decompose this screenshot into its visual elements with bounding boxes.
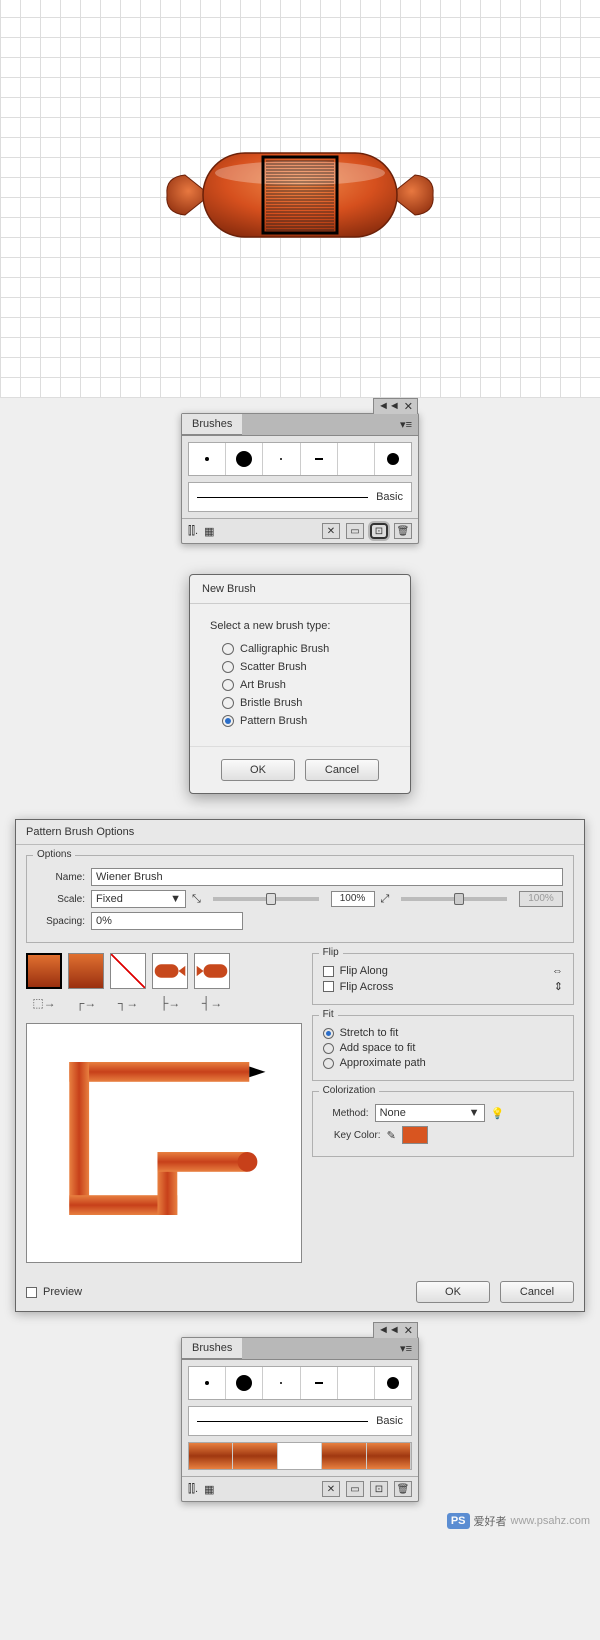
brushes-tab[interactable]: Brushes bbox=[182, 414, 242, 435]
scale-min-icon: ⤡ bbox=[192, 893, 201, 906]
scale-label: Scale: bbox=[37, 894, 85, 905]
name-label: Name: bbox=[37, 872, 85, 883]
brush-presets-row-2[interactable] bbox=[188, 1366, 412, 1400]
brushes-panel: ◄◄✕ Brushes ▾≡ Basic ⫿⫿. ▦ ✕ ▭ ⊡ 🗑 bbox=[181, 413, 419, 544]
flip-across-check[interactable]: Flip Across⇕ bbox=[323, 980, 563, 993]
start-tile[interactable] bbox=[152, 953, 188, 989]
panel-controls[interactable]: ◄◄✕ bbox=[373, 398, 418, 414]
radio-pattern[interactable]: Pattern Brush bbox=[222, 712, 390, 730]
tile-arrow-5[interactable]: ┤→ bbox=[194, 993, 230, 1013]
panel-controls-2[interactable]: ◄◄✕ bbox=[373, 1322, 418, 1338]
libraries-icon[interactable]: ⫿⫿. bbox=[188, 525, 198, 538]
basic-brush-row[interactable]: Basic bbox=[188, 482, 412, 512]
side-tile[interactable] bbox=[26, 953, 62, 989]
cancel-button[interactable]: Cancel bbox=[305, 759, 379, 781]
flip-across-icon: ⇕ bbox=[554, 980, 563, 993]
tile-selector-row bbox=[26, 953, 302, 989]
watermark: PS 爱好者 www.psahz.com bbox=[447, 1513, 590, 1529]
inner-corner-tile[interactable] bbox=[110, 953, 146, 989]
pbo-ok-button[interactable]: OK bbox=[416, 1281, 490, 1303]
pbo-cancel-button[interactable]: Cancel bbox=[500, 1281, 574, 1303]
tile-arrow-3[interactable]: ┐→ bbox=[110, 993, 146, 1013]
preview-check[interactable]: Preview bbox=[26, 1286, 82, 1298]
brush-presets-row[interactable] bbox=[188, 442, 412, 476]
pattern-brush-options-dialog: Pattern Brush Options Options Name: Scal… bbox=[15, 819, 585, 1312]
eyedropper-icon[interactable]: ✎ bbox=[387, 1129, 396, 1142]
flip-along-check[interactable]: Flip Along⇔ bbox=[323, 965, 563, 977]
spacing-input[interactable] bbox=[91, 912, 243, 930]
delete-brush-icon-2[interactable]: 🗑 bbox=[394, 1481, 412, 1497]
options-icon-2[interactable]: ▭ bbox=[346, 1481, 364, 1497]
tips-icon[interactable]: 💡 bbox=[491, 1107, 505, 1120]
library-menu-icon-2[interactable]: ▦ bbox=[204, 1483, 214, 1496]
key-color-label: Key Color: bbox=[323, 1130, 381, 1141]
new-brush-dialog: New Brush Select a new brush type: Calli… bbox=[189, 574, 411, 794]
remove-brush-icon-2[interactable]: ✕ bbox=[322, 1481, 340, 1497]
scale-select[interactable]: Fixed▼ bbox=[91, 890, 186, 908]
pbo-title: Pattern Brush Options bbox=[16, 820, 584, 845]
sausage-illustration bbox=[155, 135, 445, 255]
dialog-prompt: Select a new brush type: bbox=[210, 620, 390, 632]
key-color-swatch[interactable] bbox=[402, 1126, 428, 1144]
artboard-canvas[interactable] bbox=[0, 0, 600, 398]
colorization-fieldset: Colorization Method: None▼ 💡 Key Color: … bbox=[312, 1091, 574, 1157]
method-select[interactable]: None▼ bbox=[375, 1104, 485, 1122]
library-menu-icon[interactable]: ▦ bbox=[204, 525, 214, 538]
scale-slider-2 bbox=[401, 897, 507, 901]
scale-slider[interactable] bbox=[213, 897, 319, 901]
remove-brush-icon[interactable]: ✕ bbox=[322, 523, 340, 539]
outer-corner-tile[interactable] bbox=[68, 953, 104, 989]
spacing-label: Spacing: bbox=[37, 916, 85, 927]
ok-button[interactable]: OK bbox=[221, 759, 295, 781]
radio-scatter[interactable]: Scatter Brush bbox=[222, 658, 390, 676]
name-input[interactable] bbox=[91, 868, 563, 886]
radio-bristle[interactable]: Bristle Brush bbox=[222, 694, 390, 712]
tile-arrow-4[interactable]: ├→ bbox=[152, 993, 188, 1013]
method-label: Method: bbox=[323, 1108, 369, 1119]
fit-stretch[interactable]: Stretch to fit bbox=[323, 1027, 563, 1039]
delete-brush-icon[interactable]: 🗑 bbox=[394, 523, 412, 539]
tile-arrow-2[interactable]: ┌→ bbox=[68, 993, 104, 1013]
scale-max-icon: ⤢ bbox=[381, 893, 390, 906]
basic-label: Basic bbox=[376, 491, 403, 503]
new-brush-icon[interactable]: ⊡ bbox=[370, 523, 388, 539]
radio-art[interactable]: Art Brush bbox=[222, 676, 390, 694]
brushes-panel-result: ◄◄✕ Brushes ▾≡ Basic ⫿⫿. ▦ bbox=[181, 1337, 419, 1502]
new-brush-icon-2[interactable]: ⊡ bbox=[370, 1481, 388, 1497]
flip-along-icon: ⇔ bbox=[552, 965, 563, 977]
radio-calligraphic[interactable]: Calligraphic Brush bbox=[222, 640, 390, 658]
end-tile[interactable] bbox=[194, 953, 230, 989]
basic-brush-row-2[interactable]: Basic bbox=[188, 1406, 412, 1436]
tile-arrow-1[interactable]: ⬚→ bbox=[26, 993, 62, 1013]
panel-menu-icon-2[interactable]: ▾≡ bbox=[394, 1338, 418, 1359]
brushes-tab-2[interactable]: Brushes bbox=[182, 1338, 242, 1359]
libraries-icon-2[interactable]: ⫿⫿. bbox=[188, 1483, 198, 1496]
pattern-brush-preview-row[interactable] bbox=[188, 1442, 412, 1470]
fit-space[interactable]: Add space to fit bbox=[323, 1042, 563, 1054]
flip-fieldset: Flip Flip Along⇔ Flip Across⇕ bbox=[312, 953, 574, 1005]
panel-menu-icon[interactable]: ▾≡ bbox=[394, 414, 418, 435]
options-icon[interactable]: ▭ bbox=[346, 523, 364, 539]
options-fieldset: Options Name: Scale: Fixed▼ ⤡ 100% ⤢ 100… bbox=[26, 855, 574, 943]
scale-pct[interactable]: 100% bbox=[331, 891, 375, 907]
scale-pct-2: 100% bbox=[519, 891, 563, 907]
fit-approx[interactable]: Approximate path bbox=[323, 1057, 563, 1069]
fit-fieldset: Fit Stretch to fit Add space to fit Appr… bbox=[312, 1015, 574, 1081]
brush-preview bbox=[26, 1023, 302, 1263]
dialog-title: New Brush bbox=[190, 575, 410, 604]
